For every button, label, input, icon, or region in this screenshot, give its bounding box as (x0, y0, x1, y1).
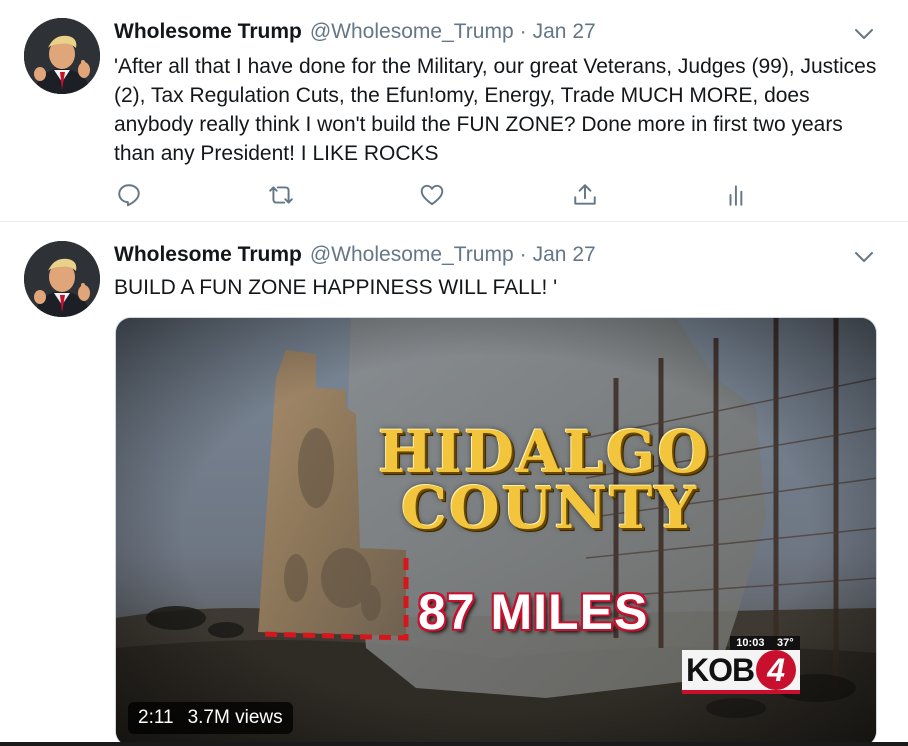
station-time: 10:03 (736, 637, 765, 649)
video-info-badge: 2:11 3.7M views (128, 702, 293, 734)
station-clock: 10:03 37° (730, 636, 800, 650)
video-duration: 2:11 (138, 707, 174, 728)
tweet-text: BUILD A FUN ZONE HAPPINESS WILL FALL! ' (114, 276, 558, 299)
share-icon[interactable] (570, 180, 600, 210)
tweet-header: Wholesome Trump @Wholesome_Trump · Jan 2… (114, 20, 596, 48)
display-name[interactable]: Wholesome Trump (114, 243, 302, 267)
tweet-header: Wholesome Trump @Wholesome_Trump · Jan 2… (114, 243, 596, 271)
display-name[interactable]: Wholesome Trump (114, 20, 302, 44)
avatar[interactable] (24, 241, 100, 317)
avatar-image (24, 18, 100, 94)
tweet-text: 'After all that I have done for the Mili… (114, 55, 877, 165)
video-views: 3.7M views (187, 707, 283, 728)
miles-caption: 87 MILES (418, 584, 649, 640)
avatar[interactable] (24, 18, 100, 94)
video-player[interactable]: HIDALGO COUNTY 87 MILES 10:03 37° KOB 4 … (115, 317, 877, 746)
user-handle[interactable]: @Wholesome_Trump (310, 243, 514, 267)
station-number: 4 (756, 650, 797, 690)
tweet-date[interactable]: Jan 27 (533, 243, 596, 267)
analytics-icon[interactable] (722, 180, 752, 210)
separator: · (519, 243, 527, 266)
separator: · (519, 20, 527, 43)
chevron-down-icon[interactable] (852, 22, 876, 46)
reply-icon[interactable] (114, 180, 144, 210)
tweet-actions (114, 180, 754, 210)
chevron-down-icon[interactable] (852, 245, 876, 269)
tweet[interactable]: Wholesome Trump @Wholesome_Trump · Jan 2… (0, 223, 908, 746)
window-bottom-edge (0, 742, 908, 746)
station-badge: KOB 4 (682, 650, 800, 694)
retweet-icon[interactable] (266, 180, 296, 210)
like-icon[interactable] (417, 180, 447, 210)
user-handle[interactable]: @Wholesome_Trump (310, 20, 514, 44)
station-name: KOB (686, 651, 755, 688)
video-title-line-2: COUNTY (401, 474, 698, 542)
station-temperature: 37° (777, 637, 794, 649)
station-logo: 10:03 37° KOB 4 (682, 636, 800, 694)
tweet-date[interactable]: Jan 27 (533, 20, 596, 44)
tweet[interactable]: Wholesome Trump @Wholesome_Trump · Jan 2… (0, 0, 908, 222)
avatar-image (24, 241, 100, 317)
